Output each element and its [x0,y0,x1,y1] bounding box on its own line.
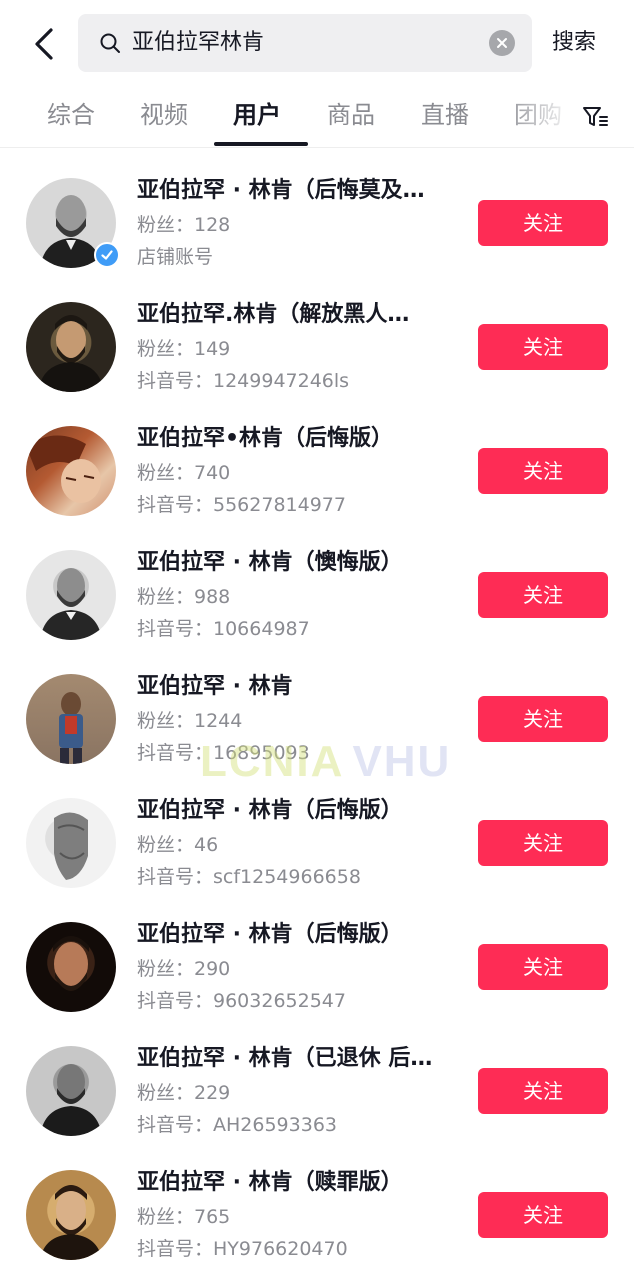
result-tabs: 综合 视频 用户 商品 直播 团购 [0,88,634,148]
douyin-id: 抖音号：55627814977 [137,494,346,516]
fan-count: 粉丝：290 [137,958,231,980]
user-row[interactable]: 亚伯拉罕 · 林肯 粉丝：1244 抖音号：16895093 关注 [0,658,634,782]
follow-button[interactable]: 关注 [478,820,608,866]
account-type: 店铺账号 [137,246,214,268]
user-name[interactable]: 亚伯拉罕•林肯（后悔版） [137,422,457,456]
douyin-id: 抖音号：1249947246ls [137,370,350,392]
follow-button[interactable]: 关注 [478,1192,608,1238]
fan-count: 粉丝：1244 [137,710,243,732]
user-row[interactable]: 亚伯拉罕 · 林肯（懊悔版） 粉丝：988 抖音号：10664987 关注 [0,534,634,658]
tab-users[interactable]: 用户 [233,88,281,144]
tab-fade-overlay [500,88,590,144]
user-row[interactable]: 亚伯拉罕 · 林肯（赎罪版） 粉丝：765 抖音号：HY976620470 关注 [0,1154,634,1278]
search-button[interactable]: 搜索 [552,14,596,72]
user-name[interactable]: 亚伯拉罕 · 林肯（后悔莫及… [137,174,457,208]
back-button[interactable] [22,20,66,68]
user-row[interactable]: 亚伯拉罕 · 林肯（已退休 后… 粉丝：229 抖音号：AH26593363 关… [0,1030,634,1154]
avatar[interactable] [26,1170,116,1260]
user-name[interactable]: 亚伯拉罕 · 林肯（懊悔版） [137,546,457,580]
follow-button[interactable]: 关注 [478,200,608,246]
fan-count: 粉丝：765 [137,1206,231,1228]
user-name[interactable]: 亚伯拉罕 · 林肯（赎罪版） [137,1166,457,1200]
fan-count: 粉丝：128 [137,214,231,236]
verified-badge-icon [94,242,120,268]
tab-videos[interactable]: 视频 [140,88,188,144]
user-row[interactable]: 亚伯拉罕.林肯（解放黑人… 粉丝：149 抖音号：1249947246ls 关注 [0,286,634,410]
user-name[interactable]: 亚伯拉罕 · 林肯 [137,670,457,704]
follow-button[interactable]: 关注 [478,572,608,618]
search-query-text[interactable]: 亚伯拉罕林肯 [132,14,264,72]
douyin-id: 抖音号：16895093 [137,742,310,764]
filter-icon[interactable] [580,102,610,132]
fan-count: 粉丝：740 [137,462,231,484]
avatar[interactable] [26,302,116,392]
user-name[interactable]: 亚伯拉罕 · 林肯（已退休 后… [137,1042,457,1076]
follow-button[interactable]: 关注 [478,1068,608,1114]
fan-count: 粉丝：229 [137,1082,231,1104]
search-header: 亚伯拉罕林肯 搜索 [0,0,634,88]
avatar[interactable] [26,550,116,640]
active-tab-indicator [214,142,308,146]
douyin-id: 抖音号：HY976620470 [137,1238,348,1260]
user-name[interactable]: 亚伯拉罕 · 林肯（后悔版） [137,794,457,828]
avatar[interactable] [26,426,116,516]
search-input[interactable]: 亚伯拉罕林肯 [78,14,532,72]
tab-comprehensive[interactable]: 综合 [47,88,95,144]
douyin-id: 抖音号：10664987 [137,618,310,640]
fan-count: 粉丝：149 [137,338,231,360]
douyin-id: 抖音号：96032652547 [137,990,346,1012]
douyin-id: 抖音号：AH26593363 [137,1114,337,1136]
user-row[interactable]: 亚伯拉罕 · 林肯（后悔版） 粉丝：46 抖音号：scf1254966658 关… [0,782,634,906]
fan-count: 粉丝：988 [137,586,231,608]
follow-button[interactable]: 关注 [478,944,608,990]
user-result-list: 亚伯拉罕 · 林肯（后悔莫及… 粉丝：128 店铺账号 关注 亚伯拉罕.林肯（解… [0,162,634,1278]
tab-live[interactable]: 直播 [421,88,469,144]
user-row[interactable]: 亚伯拉罕 · 林肯（后悔版） 粉丝：290 抖音号：96032652547 关注 [0,906,634,1030]
tab-products[interactable]: 商品 [327,88,375,144]
user-row[interactable]: 亚伯拉罕 · 林肯（后悔莫及… 粉丝：128 店铺账号 关注 [0,162,634,286]
user-row[interactable]: 亚伯拉罕•林肯（后悔版） 粉丝：740 抖音号：55627814977 关注 [0,410,634,534]
follow-button[interactable]: 关注 [478,324,608,370]
avatar[interactable] [26,1046,116,1136]
avatar[interactable] [26,922,116,1012]
follow-button[interactable]: 关注 [478,696,608,742]
user-name[interactable]: 亚伯拉罕 · 林肯（后悔版） [137,918,457,952]
avatar[interactable] [26,674,116,764]
douyin-id: 抖音号：scf1254966658 [137,866,361,888]
search-icon [100,33,120,53]
chevron-left-icon [35,28,53,60]
user-name[interactable]: 亚伯拉罕.林肯（解放黑人… [137,298,457,332]
avatar[interactable] [26,798,116,888]
clear-icon[interactable] [489,30,515,56]
fan-count: 粉丝：46 [137,834,219,856]
follow-button[interactable]: 关注 [478,448,608,494]
